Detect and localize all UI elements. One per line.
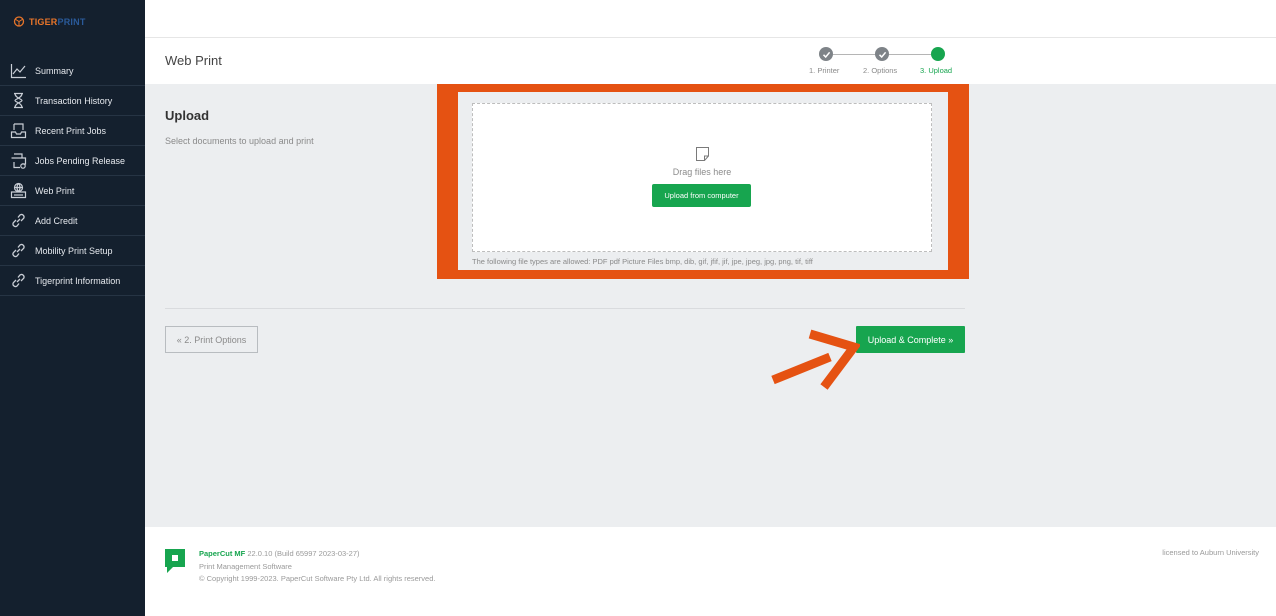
step-2-label: 2. Options — [863, 66, 898, 75]
title-bar: Web Print 1. Printer 2. Options 3. Uploa… — [145, 38, 1276, 84]
step-3-indicator — [931, 47, 945, 61]
sidebar-item-mobility-print-setup[interactable]: Mobility Print Setup — [0, 236, 145, 266]
upload-panel: Drag files here Upload from computer The… — [458, 92, 948, 270]
drag-files-text: Drag files here — [672, 167, 732, 177]
sidebar-item-jobs-pending-release[interactable]: Jobs Pending Release — [0, 146, 145, 176]
back-to-print-options-button[interactable]: « 2. Print Options — [165, 326, 258, 353]
tiger-logo-icon — [13, 16, 25, 27]
sidebar-item-transaction-history[interactable]: Transaction History — [0, 86, 145, 116]
product-name[interactable]: PaperCut MF — [199, 549, 245, 558]
link-icon — [12, 213, 25, 228]
papercut-logo-icon — [165, 549, 185, 573]
upload-from-computer-button[interactable]: Upload from computer — [652, 184, 751, 207]
sidebar-item-label: Summary — [35, 65, 74, 76]
footer-info: PaperCut MF 22.0.10 (Build 65997 2023-03… — [199, 548, 435, 586]
section-divider — [165, 308, 965, 309]
product-version: 22.0.10 (Build 65997 2023-03-27) — [245, 549, 360, 558]
sidebar: TIGER PRINT Summary Transaction History R… — [0, 0, 145, 616]
step-connector — [882, 54, 931, 55]
step-2-indicator — [875, 47, 889, 61]
hourglass-icon — [14, 92, 23, 109]
tagline: Print Management Software — [199, 561, 292, 571]
globe-printer-icon — [10, 182, 27, 199]
printer-release-icon — [11, 153, 27, 169]
sidebar-item-label: Mobility Print Setup — [35, 245, 113, 256]
sidebar-item-label: Transaction History — [35, 95, 113, 106]
wizard-steps: 1. Printer 2. Options 3. Upload — [807, 46, 957, 76]
sidebar-nav: Summary Transaction History Recent Print… — [0, 56, 145, 296]
sidebar-item-label: Tigerprint Information — [35, 275, 121, 286]
sidebar-item-tigerprint-information[interactable]: Tigerprint Information — [0, 266, 145, 296]
step-1-indicator — [819, 47, 833, 61]
checkmark-icon — [878, 51, 886, 58]
logo-text-print: PRINT — [57, 16, 86, 27]
copyright: © Copyright 1999-2023. PaperCut Software… — [199, 574, 436, 583]
sidebar-item-label: Recent Print Jobs — [35, 125, 107, 136]
sidebar-item-recent-print-jobs[interactable]: Recent Print Jobs — [0, 116, 145, 146]
step-1-label: 1. Printer — [809, 66, 840, 75]
sidebar-item-web-print[interactable]: Web Print — [0, 176, 145, 206]
page-title: Web Print — [165, 53, 222, 68]
link-icon — [12, 273, 25, 288]
file-icon — [696, 147, 709, 161]
upload-subtitle: Select documents to upload and print — [165, 136, 314, 146]
top-bar — [145, 0, 1276, 38]
sidebar-item-summary[interactable]: Summary — [0, 56, 145, 86]
checkmark-icon — [822, 51, 830, 58]
tigerprint-logo[interactable]: TIGER PRINT — [12, 16, 86, 27]
link-icon — [12, 243, 25, 258]
file-dropzone[interactable]: Drag files here Upload from computer — [472, 103, 932, 252]
logo-text-tiger: TIGER — [29, 16, 58, 27]
step-connector — [827, 54, 876, 55]
sidebar-item-label: Add Credit — [35, 215, 78, 226]
sidebar-item-label: Jobs Pending Release — [35, 155, 126, 166]
sidebar-item-label: Web Print — [35, 185, 75, 196]
upload-and-complete-button[interactable]: Upload & Complete » — [856, 326, 965, 353]
annotation-arrow-icon — [771, 329, 860, 390]
sidebar-item-add-credit[interactable]: Add Credit — [0, 206, 145, 236]
upload-title: Upload — [165, 108, 210, 123]
license-text: licensed to Auburn University — [1162, 548, 1259, 557]
inbox-tray-icon — [10, 123, 27, 139]
chart-line-icon — [10, 64, 26, 79]
footer: PaperCut MF 22.0.10 (Build 65997 2023-03… — [145, 527, 1276, 616]
allowed-file-types: The following file types are allowed: PD… — [472, 257, 813, 266]
step-3-label: 3. Upload — [920, 66, 953, 75]
product-line: PaperCut MF 22.0.10 (Build 65997 2023-03… — [199, 548, 435, 561]
